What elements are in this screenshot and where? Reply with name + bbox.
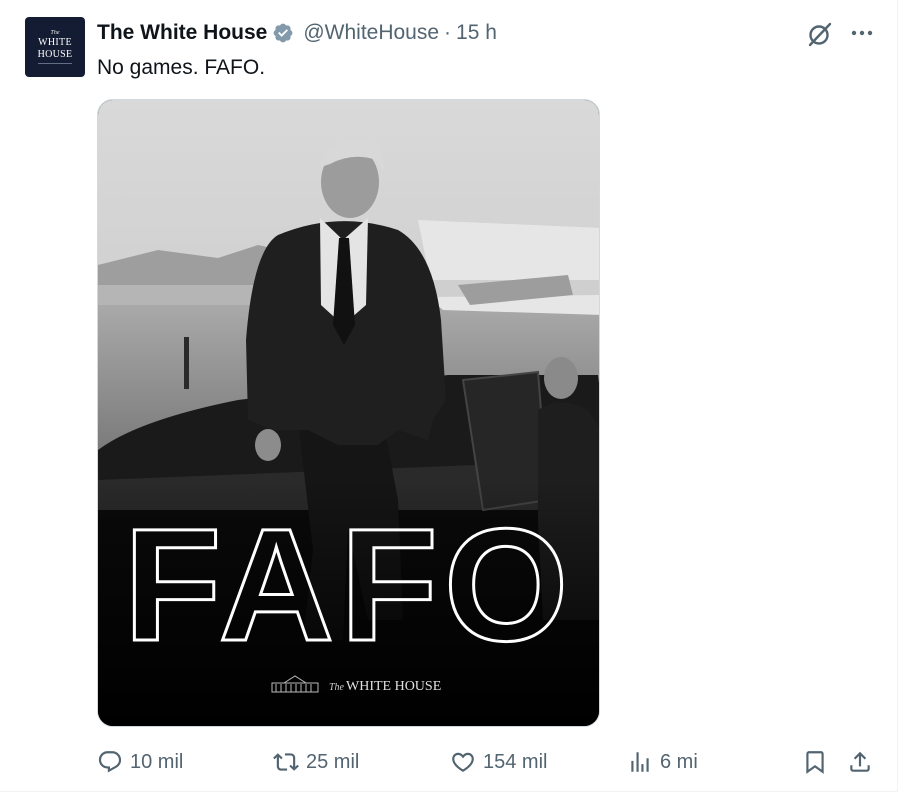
like-count: 154 mil bbox=[483, 750, 548, 773]
avatar-text-house: HOUSE bbox=[37, 49, 73, 60]
avatar[interactable]: The WHITE HOUSE bbox=[25, 17, 85, 77]
post-image[interactable]: FAFO The WHITE HOUSE bbox=[97, 99, 600, 727]
action-bar: 10 mil 25 mil 154 mil 6 mi bbox=[0, 745, 898, 779]
bookmark-icon bbox=[806, 751, 824, 774]
avatar-text-white: WHITE bbox=[38, 37, 72, 48]
views-button[interactable]: 6 mi bbox=[627, 745, 698, 779]
avatar-rule bbox=[38, 63, 72, 64]
repost-icon bbox=[273, 753, 299, 771]
separator-dot: · bbox=[444, 21, 452, 44]
bookmark-button[interactable] bbox=[802, 745, 835, 779]
author-name[interactable]: The White House bbox=[97, 21, 267, 45]
reply-icon bbox=[98, 751, 122, 773]
views-count: 6 mi bbox=[660, 750, 698, 773]
views-icon bbox=[631, 752, 649, 772]
share-button[interactable] bbox=[847, 745, 880, 779]
grok-icon[interactable] bbox=[806, 20, 834, 48]
avatar-text-the: The bbox=[50, 30, 60, 36]
photo-scene: FAFO The WHITE HOUSE bbox=[98, 100, 599, 726]
post-card[interactable]: The WHITE HOUSE The White House @WhiteHo… bbox=[0, 0, 898, 792]
author-handle[interactable]: @WhiteHouse bbox=[303, 21, 439, 45]
brand-prefix-text: The bbox=[329, 682, 345, 693]
more-icon[interactable] bbox=[849, 22, 875, 44]
heart-icon bbox=[452, 752, 474, 772]
verified-badge-icon[interactable] bbox=[272, 22, 294, 44]
reply-count: 10 mil bbox=[130, 750, 184, 773]
like-button[interactable]: 154 mil bbox=[450, 745, 547, 779]
post-text: No games. FAFO. bbox=[97, 56, 266, 79]
share-icon bbox=[850, 751, 870, 772]
repost-count: 25 mil bbox=[306, 750, 360, 773]
brand-text: WHITE HOUSE bbox=[346, 679, 441, 694]
fafo-overlay-text: FAFO bbox=[124, 495, 575, 674]
reply-button[interactable]: 10 mil bbox=[97, 745, 183, 779]
post-header: The White House @WhiteHouse · 15 h bbox=[97, 20, 497, 46]
repost-button[interactable]: 25 mil bbox=[273, 745, 359, 779]
post-time[interactable]: 15 h bbox=[456, 21, 497, 45]
